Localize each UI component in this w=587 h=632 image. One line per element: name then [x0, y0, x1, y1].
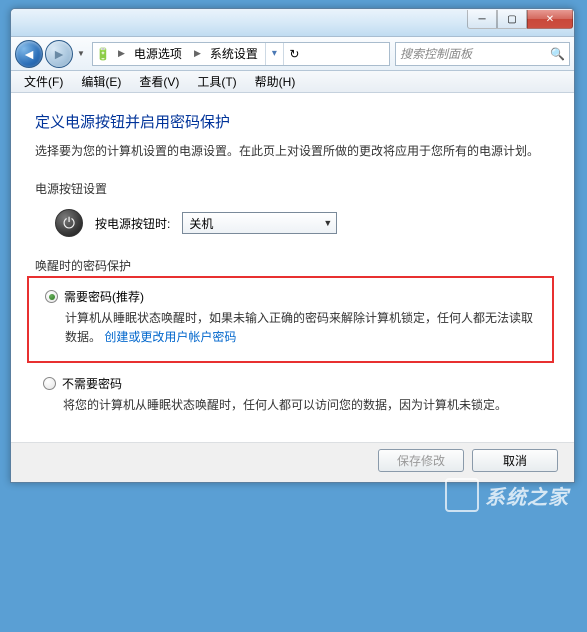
back-button[interactable]: ◄ [15, 40, 43, 68]
chevron-right-icon: ▶ [113, 48, 130, 59]
menu-help[interactable]: 帮助(H) [246, 71, 305, 92]
footer-buttons: 保存修改 取消 [11, 442, 574, 482]
search-icon: 🔍 [550, 47, 565, 61]
password-section-label: 唤醒时的密码保护 [35, 257, 550, 274]
close-button[interactable]: ✕ [527, 10, 573, 29]
history-dropdown[interactable]: ▼ [75, 49, 87, 58]
radio-description: 计算机从睡眠状态唤醒时，如果未输入正确的密码来解除计算机锁定，任何人都无法读取数… [45, 309, 540, 347]
refresh-button[interactable]: ↻ [283, 43, 305, 65]
save-button[interactable]: 保存修改 [378, 449, 464, 472]
power-button-label: 按电源按钮时: [95, 215, 170, 232]
power-button-row: 按电源按钮时: 关机 ▼ [35, 209, 550, 237]
watermark: 系统之家 [445, 478, 569, 512]
radio-label: 需要密码(推荐) [64, 288, 144, 305]
power-icon [55, 209, 83, 237]
highlight-annotation: 需要密码(推荐) 计算机从睡眠状态唤醒时，如果未输入正确的密码来解除计算机锁定，… [27, 276, 554, 363]
chevron-down-icon: ▼ [323, 218, 332, 228]
watermark-logo-icon [445, 478, 479, 512]
menu-file[interactable]: 文件(F) [15, 71, 72, 92]
control-panel-window: ─ ▢ ✕ ◄ ► ▼ 🔋 ▶ 电源选项 ▶ 系统设置 ▾ ↻ 搜索控制面板 🔍… [10, 8, 575, 483]
window-controls: ─ ▢ ✕ [467, 10, 573, 29]
page-description: 选择要为您的计算机设置的电源设置。在此页上对设置所做的更改将应用于您所有的电源计… [35, 142, 550, 160]
power-action-value: 关机 [189, 215, 213, 232]
content-area: 定义电源按钮并启用密码保护 选择要为您的计算机设置的电源设置。在此页上对设置所做… [11, 93, 574, 442]
titlebar: ─ ▢ ✕ [11, 9, 574, 37]
cancel-button[interactable]: 取消 [472, 449, 558, 472]
maximize-button[interactable]: ▢ [497, 10, 527, 29]
radio-label: 不需要密码 [62, 375, 122, 392]
radio-option-require-password: 需要密码(推荐) 计算机从睡眠状态唤醒时，如果未输入正确的密码来解除计算机锁定，… [37, 288, 540, 347]
navigation-bar: ◄ ► ▼ 🔋 ▶ 电源选项 ▶ 系统设置 ▾ ↻ 搜索控制面板 🔍 [11, 37, 574, 71]
breadcrumb[interactable]: 🔋 ▶ 电源选项 ▶ 系统设置 ▾ ↻ [92, 42, 390, 66]
radio-option-no-password: 不需要密码 将您的计算机从睡眠状态唤醒时，任何人都可以访问您的数据，因为计算机未… [35, 375, 550, 415]
radio-icon-checked [45, 290, 58, 303]
watermark-text: 系统之家 [485, 481, 569, 510]
power-button-section-label: 电源按钮设置 [35, 180, 550, 197]
breadcrumb-dropdown[interactable]: ▾ [265, 43, 283, 65]
breadcrumb-seg-settings[interactable]: 系统设置 [206, 43, 265, 65]
radio-description: 将您的计算机从睡眠状态唤醒时，任何人都可以访问您的数据，因为计算机未锁定。 [43, 396, 550, 415]
chevron-right-icon: ▶ [189, 48, 206, 59]
power-action-select[interactable]: 关机 ▼ [182, 212, 337, 234]
power-plan-icon: 🔋 [93, 47, 113, 61]
menu-tools[interactable]: 工具(T) [188, 71, 245, 92]
minimize-button[interactable]: ─ [467, 10, 497, 29]
forward-button[interactable]: ► [45, 40, 73, 68]
create-password-link[interactable]: 创建或更改用户帐户密码 [104, 330, 236, 344]
menu-edit[interactable]: 编辑(E) [72, 71, 130, 92]
radio-require-password[interactable]: 需要密码(推荐) [45, 288, 540, 305]
breadcrumb-seg-power[interactable]: 电源选项 [130, 43, 189, 65]
page-title: 定义电源按钮并启用密码保护 [35, 111, 550, 132]
radio-no-password[interactable]: 不需要密码 [43, 375, 550, 392]
search-placeholder: 搜索控制面板 [400, 45, 472, 62]
menu-view[interactable]: 查看(V) [130, 71, 188, 92]
search-input[interactable]: 搜索控制面板 🔍 [395, 42, 570, 66]
radio-icon-unchecked [43, 377, 56, 390]
menu-bar: 文件(F) 编辑(E) 查看(V) 工具(T) 帮助(H) [11, 71, 574, 93]
